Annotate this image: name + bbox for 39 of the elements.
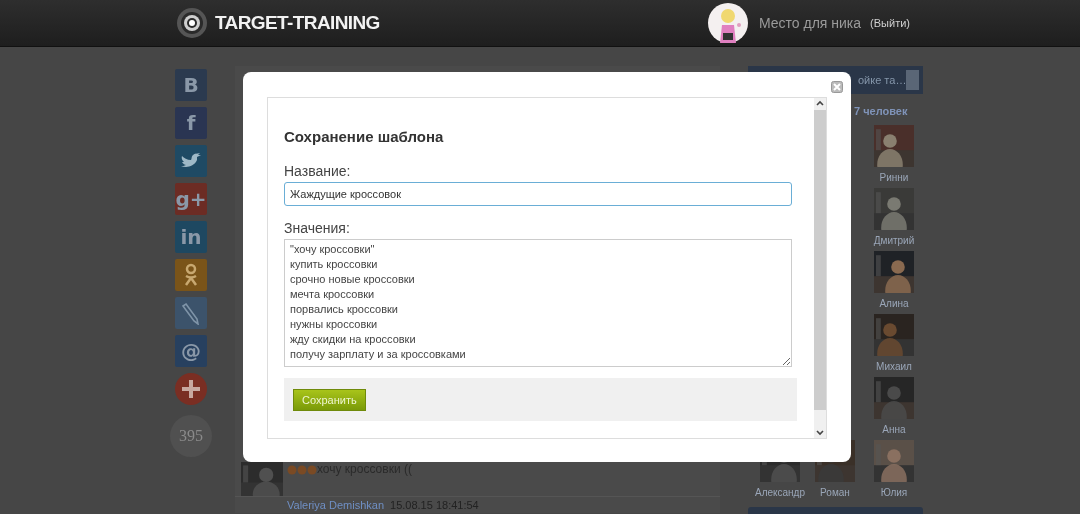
share-button[interactable] [175, 259, 207, 291]
share-button[interactable]: @ [175, 335, 207, 367]
save-button[interactable]: Сохранить [293, 388, 366, 411]
plus-icon [181, 379, 201, 399]
author-link[interactable]: Valeriya Demishkan [287, 499, 384, 512]
share-button[interactable]: in [175, 221, 207, 253]
target-icon [176, 7, 208, 39]
widget-title[interactable]: ойке та… [858, 74, 907, 86]
dialog-title: Сохранение шаблона [284, 128, 445, 145]
bird-icon [180, 152, 202, 170]
smileys-icon [287, 465, 317, 475]
member-name[interactable]: Михаил [876, 361, 912, 372]
member-name[interactable]: Александр [755, 487, 806, 498]
member-name[interactable]: Юлия [880, 487, 908, 498]
more-button[interactable] [175, 373, 207, 405]
share-button[interactable]: f [175, 107, 207, 139]
name-field[interactable]: Жаждущие кроссовок [284, 182, 792, 206]
chevron-up-icon[interactable] [814, 98, 826, 108]
logout-link[interactable]: (Выйти) [870, 17, 910, 29]
share-button[interactable] [175, 145, 207, 177]
share-counter: 395 [170, 415, 212, 457]
scrollbar[interactable] [814, 98, 826, 438]
logo-text[interactable]: TARGET-TRAINING [215, 12, 380, 34]
member-name[interactable]: Ринни [879, 172, 909, 183]
field-label: Значения: [284, 220, 351, 236]
chevron-down-icon[interactable] [814, 428, 826, 438]
share-button[interactable] [175, 297, 207, 329]
member-name[interactable]: Дмитрий [873, 235, 915, 246]
pencil-icon [181, 301, 201, 325]
close-icon[interactable] [831, 81, 843, 93]
member-name[interactable]: Роман [820, 487, 850, 498]
person-icon [183, 263, 199, 287]
member-name[interactable]: Алина [879, 298, 909, 309]
field-label: Название: [284, 163, 352, 179]
username: Место для ника [758, 15, 862, 31]
share-button[interactable]: g+ [175, 183, 207, 215]
share-button[interactable]: В [175, 69, 207, 101]
member-name[interactable]: Анна [882, 424, 906, 435]
values-field[interactable]: "хочу кроссовки" купить кроссовки срочно новые кроссовки мечта кроссовки порвались кроссовки нужны кроссовки жду скидки на кроссовки получу зарплату и за кроссовками [284, 239, 792, 367]
